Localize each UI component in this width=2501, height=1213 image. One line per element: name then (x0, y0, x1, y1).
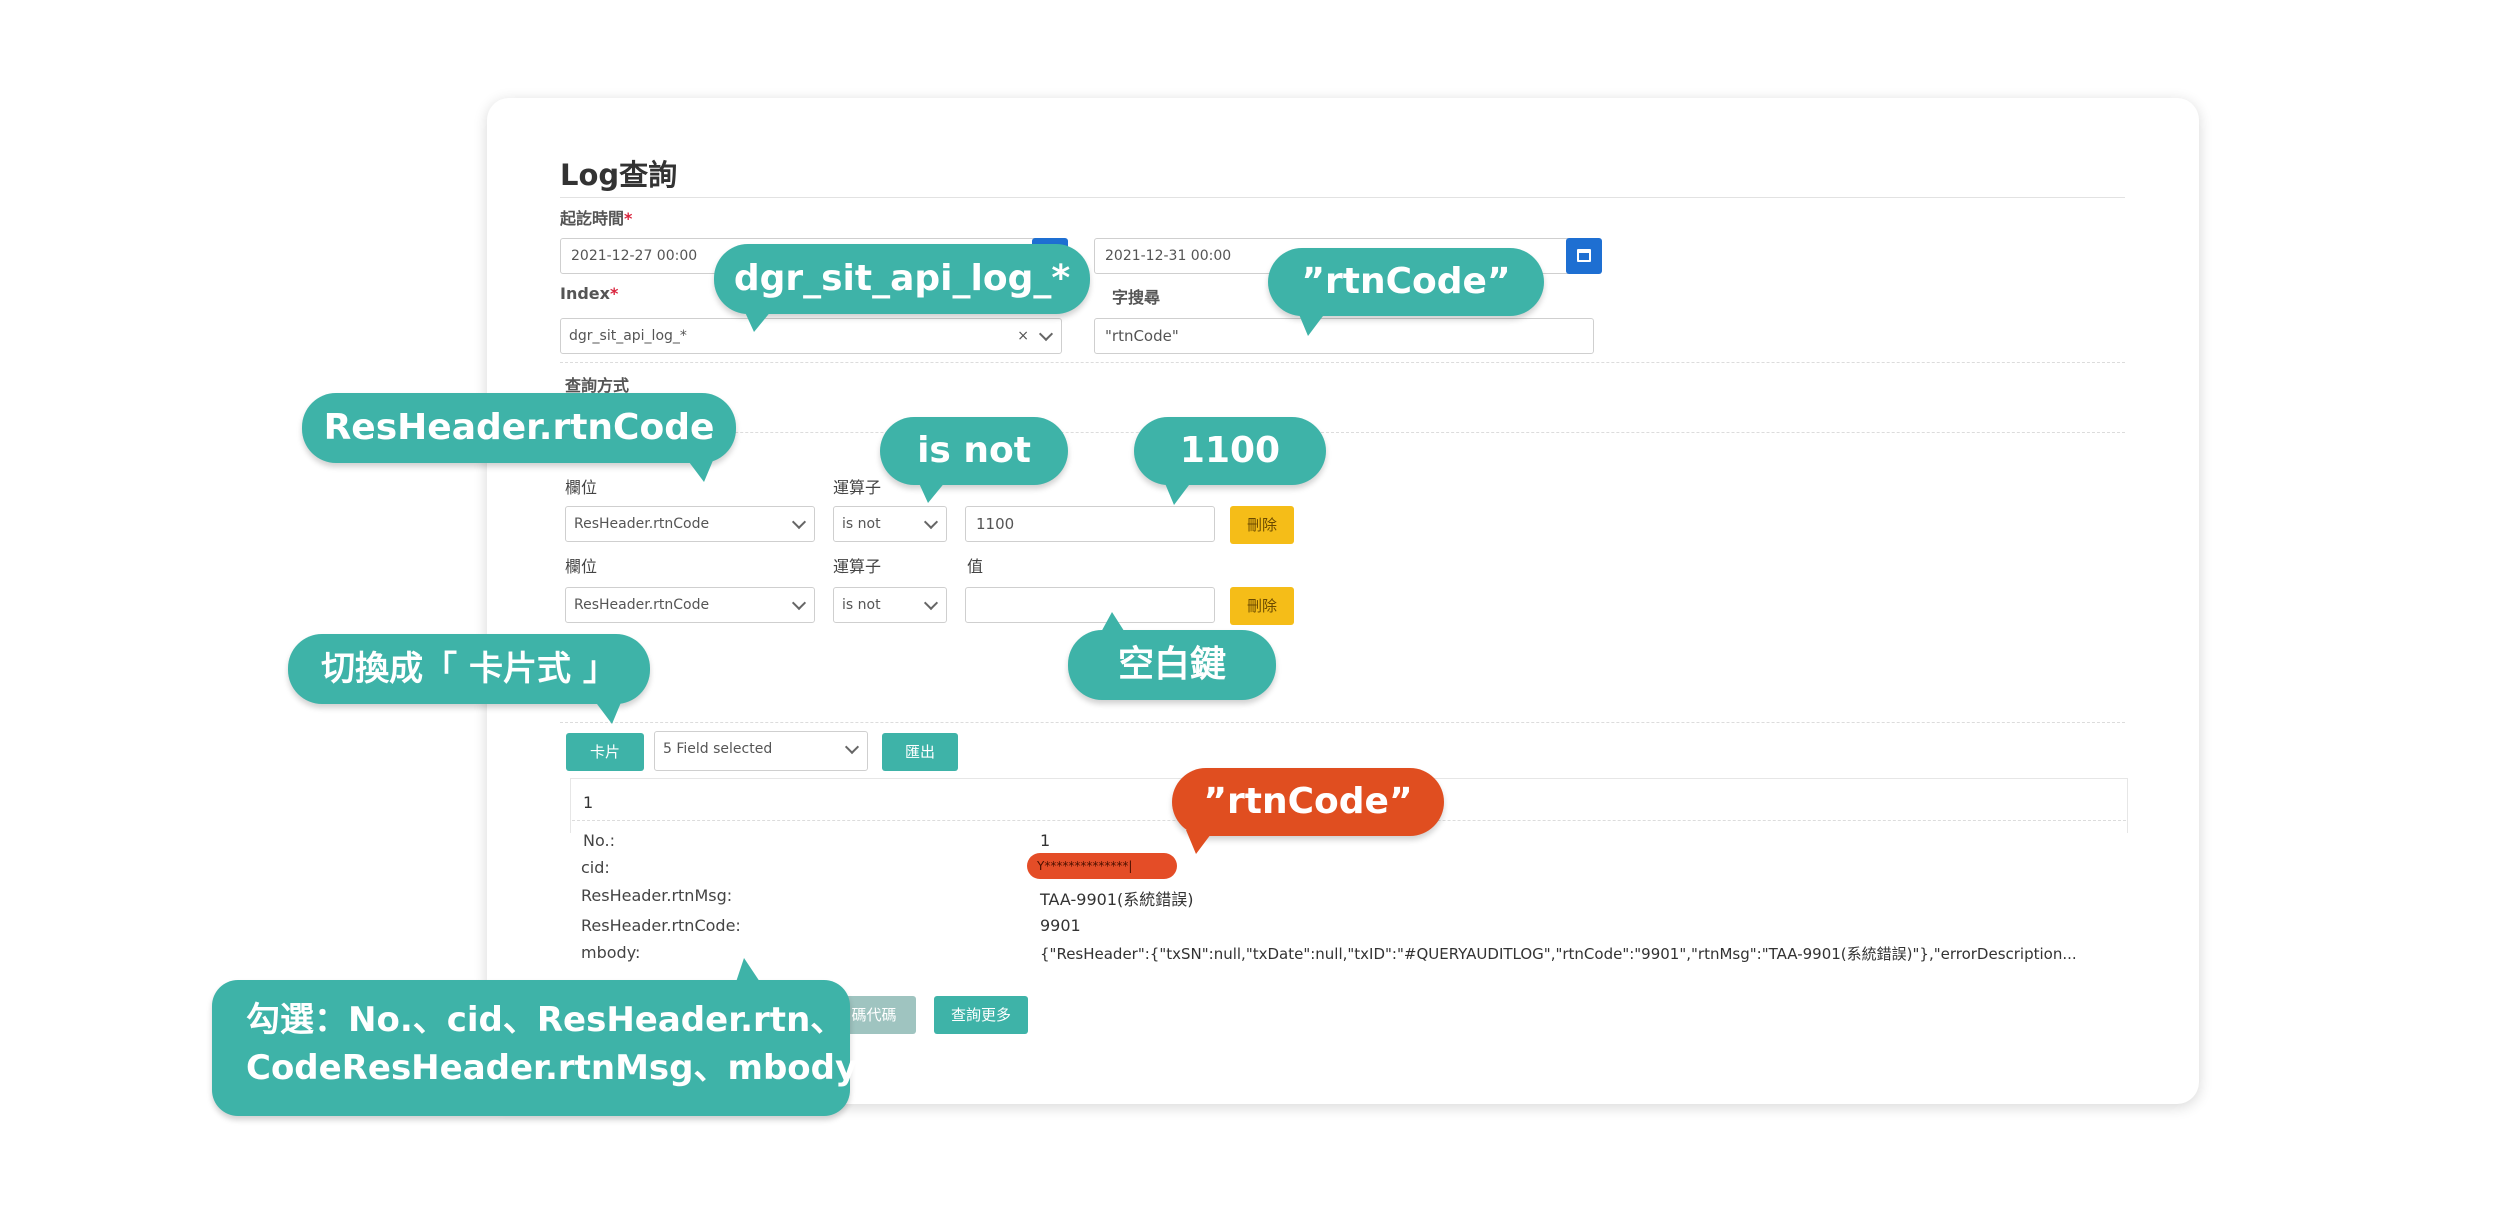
chevron-down-icon (923, 595, 939, 611)
load-more-button[interactable]: 查詢更多 (934, 996, 1028, 1034)
chevron-down-icon (844, 739, 860, 755)
chevron-down-icon (923, 514, 939, 530)
callout-tail (744, 310, 772, 332)
callout-tail (1100, 612, 1126, 634)
callout-switch-card: 切換成「 卡片式 」 (288, 634, 650, 704)
result-key: ResHeader.rtnCode: (581, 916, 741, 935)
value-input[interactable]: 1100 (965, 506, 1215, 542)
callout-tail (918, 481, 946, 503)
keyword-input[interactable]: "rtnCode" (1094, 318, 1594, 354)
field-label: 欄位 (565, 478, 598, 497)
field-value: ResHeader.rtnCode (574, 516, 710, 532)
result-key: cid: (581, 858, 610, 877)
callout-field: ResHeader.rtnCode (302, 393, 736, 463)
result-key: mbody: (581, 943, 641, 962)
callout-result-keyword: ”rtnCode” (1172, 768, 1444, 836)
index-select[interactable]: dgr_sit_api_log_* × (560, 318, 1062, 354)
divider (560, 432, 2125, 433)
value-label: 值 (967, 557, 984, 576)
result-value: {"ResHeader":{"txSN":null,"txDate":null,… (1040, 945, 2077, 963)
chevron-down-icon (1038, 326, 1054, 342)
field-value: ResHeader.rtnCode (574, 597, 710, 613)
field-selector-dropdown[interactable]: 5 Field selected (654, 731, 868, 771)
result-key: ResHeader.rtnMsg: (581, 886, 733, 905)
result-value: TAA-9901(系統錯誤) (1040, 890, 1194, 909)
delete-button[interactable]: 刪除 (1230, 587, 1294, 625)
callout-tail (1164, 481, 1192, 505)
operator-label: 運算子 (833, 557, 882, 576)
callout-tail (594, 700, 622, 724)
field-selector-value: 5 Field selected (663, 741, 773, 757)
field-select[interactable]: ResHeader.rtnCode (565, 506, 815, 542)
operator-label: 運算子 (833, 478, 882, 497)
callout-blank-space: 空白鍵 (1068, 630, 1276, 700)
callout-operator: is not (880, 417, 1068, 485)
field-label: 欄位 (565, 557, 598, 576)
callout-line: CodeResHeader.rtnMsg、mbody (246, 1048, 858, 1088)
callout-select-fields: 勾選：No.、cid、ResHeader.rtn、 CodeResHeader.… (212, 980, 858, 1116)
calendar-icon[interactable] (1566, 238, 1602, 274)
title-divider (560, 197, 2125, 198)
value-input[interactable] (965, 587, 1215, 623)
delete-button[interactable]: 刪除 (1230, 506, 1294, 544)
callout-tail (736, 958, 760, 982)
result-value: 1 (1040, 831, 1051, 850)
screenshot-stage: Log查詢 起訖時間* 2021-12-27 00:00 2021-12-31 … (0, 0, 2501, 1213)
index-value: dgr_sit_api_log_* (569, 328, 687, 344)
operator-select[interactable]: is not (833, 587, 947, 623)
callout-tail (1298, 312, 1326, 336)
operator-value: is not (842, 597, 881, 613)
chevron-down-icon (791, 595, 807, 611)
result-index: 1 (583, 793, 594, 812)
operator-select[interactable]: is not (833, 506, 947, 542)
field-select[interactable]: ResHeader.rtnCode (565, 587, 815, 623)
divider (560, 362, 2125, 363)
result-value: 9901 (1040, 916, 1081, 935)
chevron-down-icon (791, 514, 807, 530)
card-view-button[interactable]: 卡片 (566, 733, 644, 771)
result-key: No.: (583, 831, 615, 850)
export-button[interactable]: 匯出 (882, 733, 958, 771)
callout-keyword: ”rtnCode” (1268, 248, 1544, 316)
callout-index: dgr_sit_api_log_* (714, 244, 1090, 314)
clear-icon[interactable]: × (1017, 319, 1029, 353)
callout-value: 1100 (1134, 417, 1326, 485)
callout-tail (1186, 830, 1214, 854)
callout-line: 勾選：No.、cid、ResHeader.rtn、 (246, 1000, 845, 1040)
operator-value: is not (842, 516, 881, 532)
index-label: Index* (560, 284, 619, 303)
keyword-label: 字搜尋 (1112, 288, 1161, 307)
divider (560, 722, 2125, 723)
time-range-label: 起訖時間* (560, 209, 633, 228)
callout-tail (686, 458, 714, 482)
page-title: Log查詢 (560, 158, 678, 192)
cid-highlight: Y**************| (1027, 853, 1177, 879)
